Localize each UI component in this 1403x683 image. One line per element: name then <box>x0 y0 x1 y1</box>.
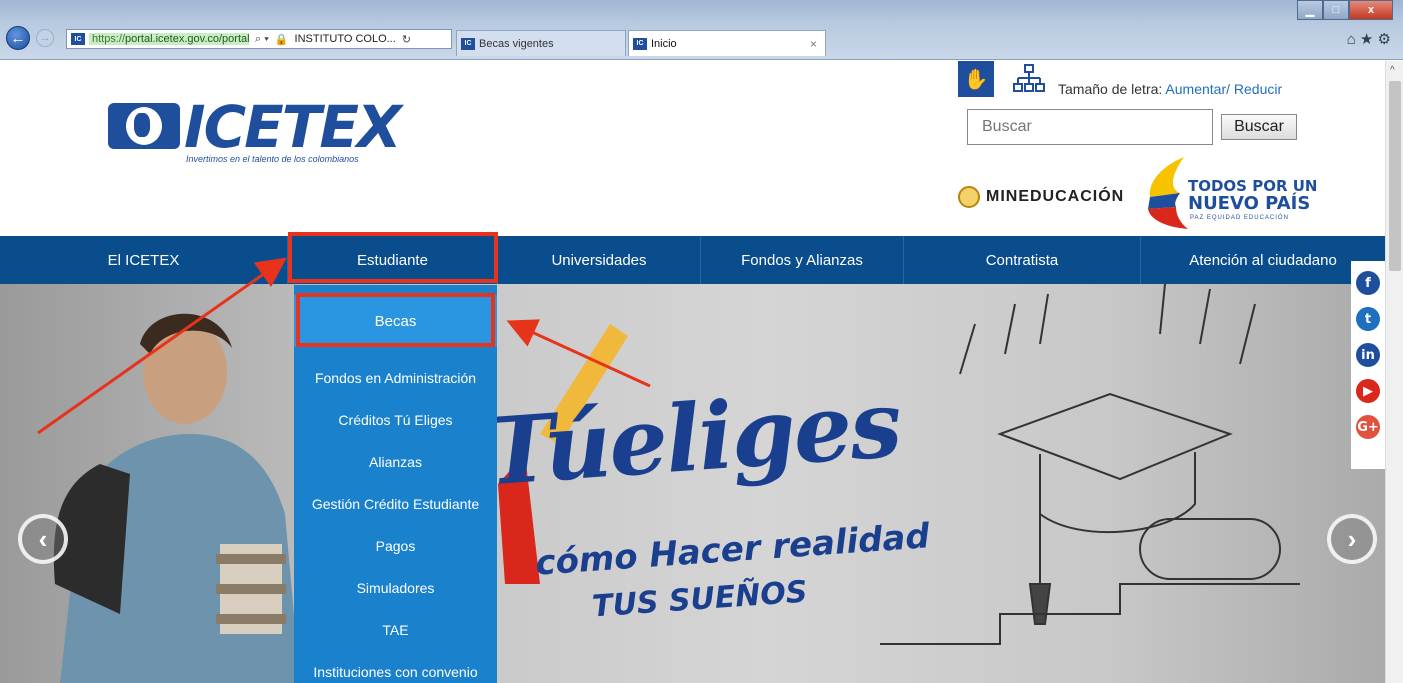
graduation-sketch <box>880 284 1300 645</box>
dropdown-spacer <box>294 347 497 357</box>
search-dropdown-icon[interactable]: ⌕ ▾ <box>255 33 269 46</box>
site-favicon-icon: IC <box>633 37 647 50</box>
scroll-up-icon[interactable]: ^ <box>1390 65 1395 76</box>
dropdown-item-creditos-tu-eliges[interactable]: Créditos Tú Eliges <box>294 399 497 441</box>
browser-chrome: ← → IC https://portal.icetex.gov.co/port… <box>0 0 1403 60</box>
national-seal-icon <box>958 186 980 208</box>
student-figure <box>53 313 300 683</box>
tab-becas-vigentes[interactable]: IC Becas vigentes <box>456 30 626 56</box>
back-button[interactable]: ← <box>6 26 30 50</box>
tab-inicio[interactable]: IC Inicio × <box>628 30 826 56</box>
logo-wordmark: ICETEX <box>184 93 402 161</box>
minimize-button[interactable]: ▁ <box>1297 0 1323 20</box>
arrow-left-icon: ← <box>10 29 26 47</box>
dropdown-item-pagos[interactable]: Pagos <box>294 525 497 567</box>
address-bar[interactable]: IC https://portal.icetex.gov.co/portal ⌕… <box>66 29 452 49</box>
web-page: ICETEX Invertimos en el talento de los c… <box>0 61 1385 683</box>
twitter-icon[interactable]: t <box>1356 307 1380 331</box>
gov-logo-line3: PAZ EQUIDAD EDUCACIÓN <box>1190 215 1289 221</box>
dropdown-item-gestion-credito[interactable]: Gestión Crédito Estudiante <box>294 483 497 525</box>
nav-atencion-ciudadano[interactable]: Atención al ciudadano <box>1141 236 1385 284</box>
linkedin-icon[interactable]: in <box>1356 343 1380 367</box>
dropdown-item-alianzas[interactable]: Alianzas <box>294 441 497 483</box>
font-size-label: Tamaño de letra: <box>1058 81 1163 97</box>
youtube-icon[interactable]: ▶ <box>1356 379 1380 403</box>
site-favicon-icon: IC <box>461 37 475 50</box>
nav-el-icetex[interactable]: El ICETEX <box>0 236 288 284</box>
forward-button[interactable]: → <box>36 29 54 47</box>
mineducacion-label: MINEDUCACIÓN <box>986 188 1125 205</box>
gov-logo-line2: NUEVO PAÍS <box>1188 193 1311 214</box>
arrow-right-icon: → <box>39 32 51 44</box>
search-input[interactable] <box>967 109 1213 145</box>
highlight-becas <box>296 293 495 347</box>
logo-tagline: Invertimos en el talento de los colombia… <box>186 154 359 164</box>
chevron-left-icon: ‹ <box>38 523 48 554</box>
globe-logo-icon <box>108 103 180 149</box>
search-button[interactable]: Buscar <box>1221 114 1297 140</box>
social-bar: f t in ▶ G+ <box>1351 261 1385 469</box>
url-prefix: https:// <box>92 33 126 45</box>
dropdown-item-fondos-administracion[interactable]: Fondos en Administración <box>294 357 497 399</box>
site-favicon-icon: IC <box>71 33 85 45</box>
slider-next-button[interactable]: › <box>1327 514 1377 564</box>
dropdown-item-simuladores[interactable]: Simuladores <box>294 567 497 609</box>
dropdown-item-tae[interactable]: TAE <box>294 609 497 651</box>
highlight-estudiante <box>288 232 498 283</box>
refresh-icon[interactable]: ↻ <box>402 33 411 46</box>
facebook-icon[interactable]: f <box>1356 271 1380 295</box>
hero-slider: Túeliges cómo Hacer realidad TUS SUEÑOS … <box>0 284 1385 683</box>
nav-contratista[interactable]: Contratista <box>904 236 1141 284</box>
sign-language-icon[interactable]: ✋ <box>958 61 994 97</box>
font-increase-link[interactable]: Aumentar/ <box>1165 81 1230 97</box>
maximize-button[interactable]: □ <box>1323 0 1349 20</box>
site-identity[interactable]: INSTITUTO COLO... <box>295 33 396 45</box>
scrollbar-thumb[interactable] <box>1389 81 1401 271</box>
url-domain: portal.icetex.gov.co/portal <box>125 33 249 45</box>
main-nav: El ICETEX Estudiante Universidades Fondo… <box>0 236 1385 284</box>
close-window-button[interactable]: x <box>1349 0 1393 20</box>
chevron-right-icon: › <box>1347 523 1357 554</box>
tab-label: Inicio <box>651 37 677 50</box>
font-size-controls: Tamaño de letra: Aumentar/ Reducir <box>1058 81 1282 97</box>
font-decrease-link[interactable]: Reducir <box>1234 81 1282 97</box>
close-tab-icon[interactable]: × <box>810 37 817 51</box>
window-controls: ▁ □ x <box>1297 0 1393 20</box>
sitemap-icon[interactable] <box>1013 63 1045 95</box>
mineducacion-logo[interactable]: MINEDUCACIÓN <box>958 186 1124 208</box>
dropdown-item-instituciones-convenio[interactable]: Instituciones con convenio <box>294 651 497 683</box>
nav-universidades[interactable]: Universidades <box>498 236 701 284</box>
googleplus-icon[interactable]: G+ <box>1356 415 1380 439</box>
icetex-logo[interactable]: ICETEX Invertimos en el talento de los c… <box>108 93 402 164</box>
slider-prev-button[interactable]: ‹ <box>18 514 68 564</box>
address-url[interactable]: https://portal.icetex.gov.co/portal <box>89 33 249 45</box>
browser-tool-icons[interactable]: ⌂ ★ ⚙ <box>1347 30 1391 48</box>
tab-label: Becas vigentes <box>479 37 554 50</box>
todos-por-un-nuevo-pais-logo[interactable]: TODOS POR UN NUEVO PAÍS PAZ EQUIDAD EDUC… <box>1140 153 1317 233</box>
lock-icon[interactable]: 🔒 <box>275 33 289 46</box>
vertical-scrollbar[interactable]: ^ <box>1385 61 1403 683</box>
nav-fondos-alianzas[interactable]: Fondos y Alianzas <box>701 236 904 284</box>
